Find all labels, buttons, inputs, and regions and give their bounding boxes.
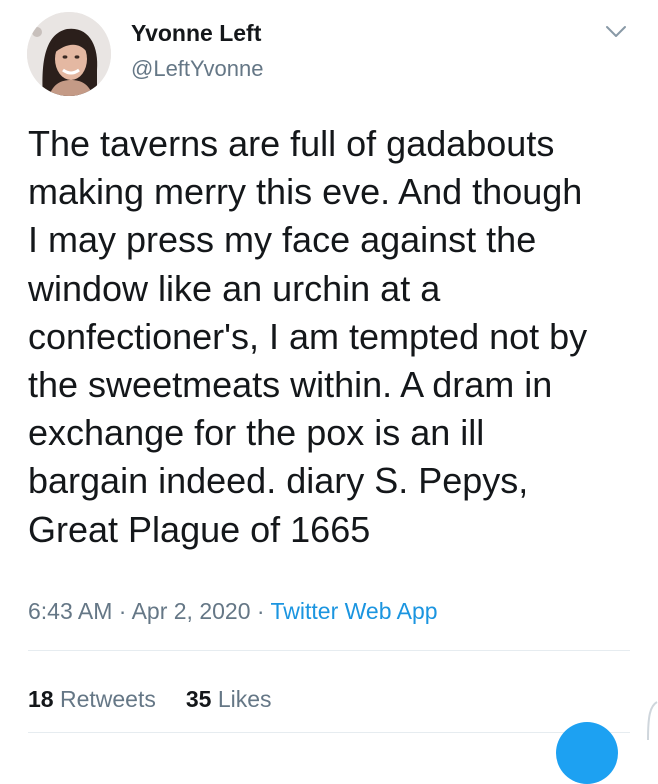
- tweet-source-link[interactable]: Twitter Web App: [271, 598, 438, 624]
- engagement-stats: 18 Retweets 35 Likes: [28, 686, 272, 713]
- divider: [28, 732, 630, 733]
- tweet-meta: 6:43 AM · Apr 2, 2020 · Twitter Web App: [28, 598, 438, 625]
- likes-count: 35: [185, 686, 212, 712]
- user-handle[interactable]: @LeftYvonne: [131, 56, 263, 82]
- display-name[interactable]: Yvonne Left: [131, 20, 261, 47]
- avatar-photo: [27, 12, 111, 96]
- tweet-text: The taverns are full of gadabouts making…: [28, 123, 588, 550]
- compose-button[interactable]: [556, 722, 618, 784]
- tweet-time[interactable]: 6:43 AM: [28, 598, 112, 624]
- likes-stat[interactable]: 35 Likes: [186, 686, 272, 712]
- meta-separator: ·: [250, 598, 271, 624]
- divider: [28, 650, 630, 651]
- tweet-date[interactable]: Apr 2, 2020: [132, 598, 251, 624]
- chevron-down-icon[interactable]: [604, 22, 628, 42]
- retweets-count: 18: [28, 686, 54, 712]
- avatar[interactable]: [27, 12, 111, 96]
- retweets-stat[interactable]: 18 Retweets: [28, 686, 156, 712]
- likes-label: Likes: [217, 686, 272, 712]
- meta-separator: ·: [112, 598, 132, 624]
- scroll-edge: [647, 701, 658, 740]
- retweets-label: Retweets: [59, 686, 156, 712]
